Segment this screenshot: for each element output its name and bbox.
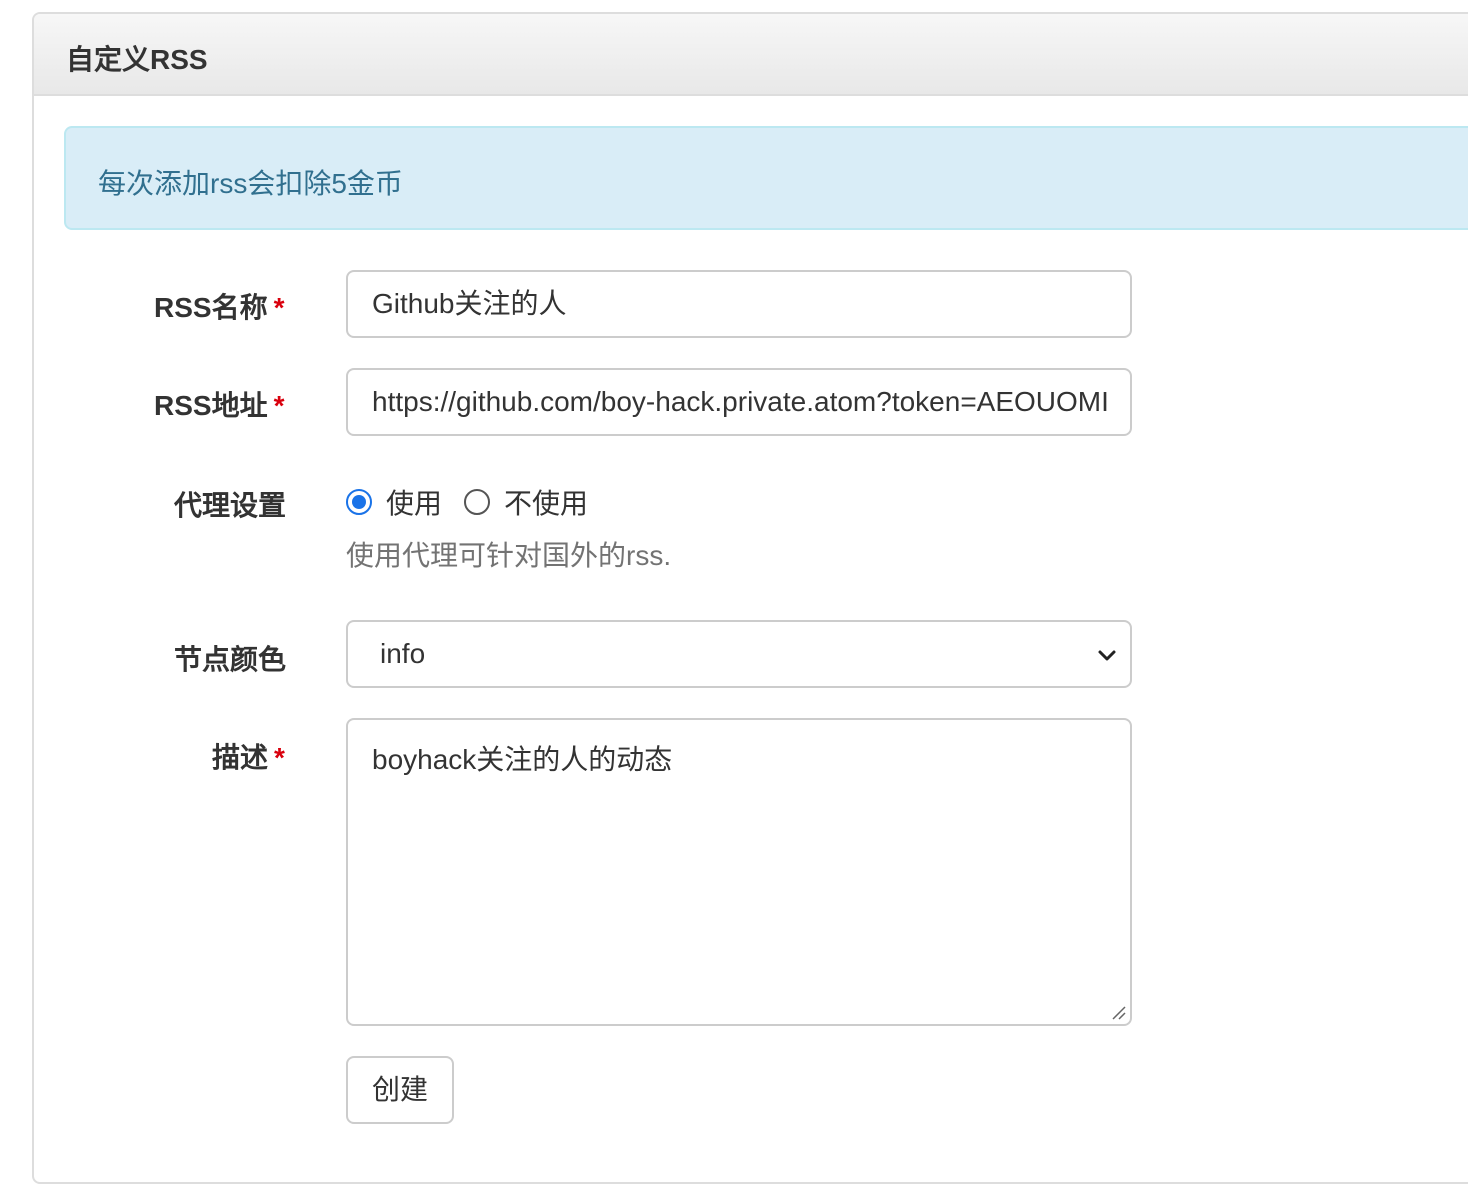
rss-url-value: https://github.com/boy-hack.private.atom… (372, 386, 1109, 417)
proxy-nouse-radio[interactable] (464, 489, 491, 515)
info-alert: 每次添加rss会扣除5金币 (64, 126, 1468, 230)
node-color-select[interactable]: info (346, 620, 1132, 688)
description-label: 描述 * (212, 742, 285, 773)
description-textarea[interactable]: boyhack关注的人的动态 (346, 718, 1132, 1026)
proxy-help-text: 使用代理可针对国外的rss. (346, 540, 672, 571)
proxy-use-label[interactable]: 使用 (386, 482, 442, 522)
required-mark: * (273, 390, 285, 421)
required-mark: * (274, 742, 285, 773)
node-color-value: info (380, 638, 426, 669)
resize-grip-icon[interactable] (1110, 1004, 1126, 1020)
alert-text: 每次添加rss会扣除5金币 (98, 168, 403, 199)
node-color-label: 节点颜色 (174, 644, 287, 675)
panel-title: 自定义RSS (66, 44, 208, 75)
proxy-radio-group: 使用 不使用 (346, 482, 610, 522)
rss-url-label: RSS地址 * (154, 390, 285, 421)
required-mark: * (273, 292, 285, 323)
proxy-use-radio[interactable] (346, 489, 372, 515)
proxy-label: 代理设置 (174, 490, 287, 521)
rss-url-input[interactable]: https://github.com/boy-hack.private.atom… (346, 368, 1132, 436)
rss-name-label: RSS名称 * (154, 292, 285, 323)
description-value: boyhack关注的人的动态 (372, 744, 673, 775)
create-button[interactable]: 创建 (346, 1056, 454, 1124)
chevron-down-icon (1098, 650, 1116, 661)
rss-name-input[interactable]: Github关注的人 (346, 270, 1132, 338)
panel-heading: 自定义RSS (34, 14, 1468, 96)
proxy-nouse-label[interactable]: 不使用 (504, 482, 588, 522)
rss-name-value: Github关注的人 (372, 288, 567, 319)
